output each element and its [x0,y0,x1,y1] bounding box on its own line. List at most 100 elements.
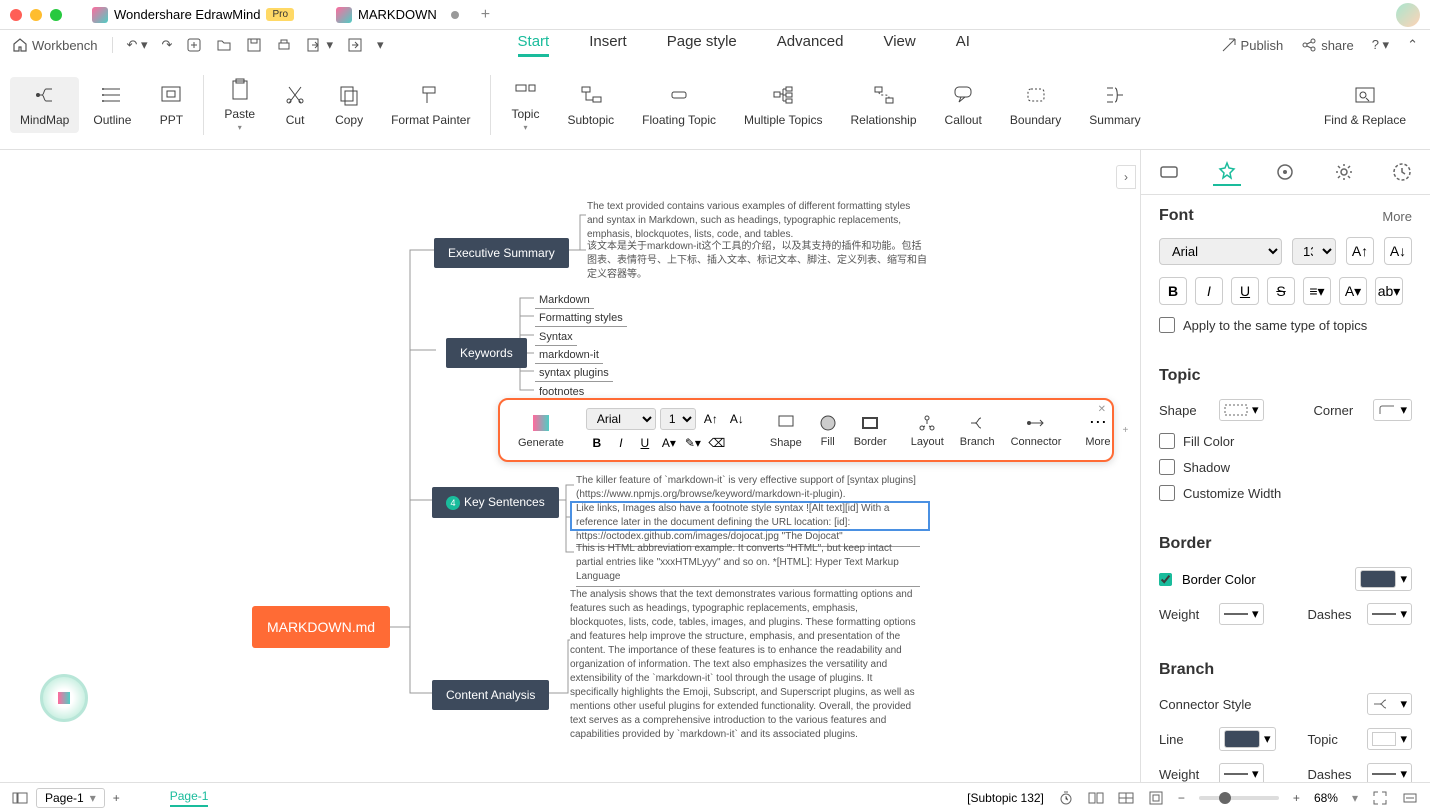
float-highlight[interactable]: ✎▾ [684,434,702,452]
rp-text-case[interactable]: ab▾ [1375,277,1403,305]
rp-bold[interactable]: B [1159,277,1187,305]
rp-border-color-checkbox[interactable] [1159,573,1172,586]
ribbon-topic[interactable]: Topic ▾ [497,77,553,132]
float-font-decrease[interactable]: A↓ [728,410,746,428]
ribbon-format-painter[interactable]: Format Painter [377,83,484,127]
add-tab-button[interactable]: + [481,6,490,24]
ribbon-relationship[interactable]: Relationship [836,83,930,127]
close-window-button[interactable] [10,9,22,21]
floating-format-toolbar[interactable]: ✕ Generate Arial 13 A↑ A↓ B I U A▾ ✎▾ ⌫ [498,398,1114,462]
canvas-area[interactable]: MARKDOWN.md Executive Summary The text p… [0,150,1140,782]
page-tab-1[interactable]: Page-1 [170,789,209,807]
rp-font-decrease[interactable]: A↓ [1384,237,1412,265]
kw-item-1[interactable]: Formatting styles [535,310,627,327]
rp-align[interactable]: ≡▾ [1303,277,1331,305]
rp-underline[interactable]: U [1231,277,1259,305]
rp-apply-same-check[interactable]: Apply to the same type of topics [1159,317,1412,333]
ks-item-3[interactable]: This is HTML abbreviation example. It co… [576,542,920,587]
float-close-button[interactable]: ✕ [1098,404,1106,415]
menu-tab-insert[interactable]: Insert [589,33,627,57]
more-quick-button[interactable]: ▾ [377,37,384,53]
rp-line-color-select[interactable]: ▾ [1219,727,1276,751]
rp-apply-same-checkbox[interactable] [1159,317,1175,333]
new-button[interactable] [186,37,202,53]
float-bold[interactable]: B [588,434,606,452]
share-button[interactable]: share [1301,37,1354,53]
kw-item-3[interactable]: markdown-it [535,347,603,364]
exec-text2[interactable]: 该文本是关于markdown-it这个工具的介绍，以及其支持的插件和功能。包括图… [587,240,927,282]
rp-branch-dashes-select[interactable]: ▾ [1367,763,1412,782]
save-button[interactable] [246,37,262,53]
print-button[interactable] [276,37,292,53]
kw-item-0[interactable]: Markdown [535,292,594,309]
rp-shape-select[interactable]: ▾ [1219,399,1264,421]
zoom-slider[interactable] [1199,796,1279,800]
split-view-button[interactable] [1088,792,1104,804]
float-underline[interactable]: U [636,434,654,452]
ribbon-copy[interactable]: Copy [321,83,377,127]
ribbon-ppt[interactable]: PPT [145,83,197,127]
node-key-sentences[interactable]: 4Key Sentences [432,487,559,518]
rp-font-increase[interactable]: A↑ [1346,237,1374,265]
float-font-increase[interactable]: A↑ [702,410,720,428]
menu-tab-start[interactable]: Start [518,33,550,57]
ribbon-multiple-topics[interactable]: Multiple Topics [730,83,836,127]
float-fill[interactable]: Fill [810,413,846,448]
menu-tab-advanced[interactable]: Advanced [777,33,844,57]
rp-connector-style-select[interactable]: ▾ [1367,693,1412,715]
minimize-window-button[interactable] [30,9,42,21]
rp-tab-style[interactable] [1213,158,1241,186]
rp-more-link[interactable]: More [1382,209,1412,224]
menu-tab-view[interactable]: View [883,33,915,57]
document-tab[interactable]: MARKDOWN [324,3,471,27]
rp-customize-width-check[interactable]: Customize Width [1159,485,1412,501]
ribbon-outline[interactable]: Outline [79,83,145,127]
float-more[interactable]: ⋯ More [1077,412,1118,448]
ribbon-callout[interactable]: Callout [931,83,996,127]
kw-item-4[interactable]: syntax plugins [535,365,613,382]
kw-item-2[interactable]: Syntax [535,329,577,346]
pages-panel-button[interactable] [12,792,28,804]
float-italic[interactable]: I [612,434,630,452]
app-tab[interactable]: Wondershare EdrawMind Pro [82,3,304,27]
root-node[interactable]: MARKDOWN.md [252,606,390,648]
collapse-ribbon-button[interactable]: ⌃ [1407,37,1418,53]
rp-tab-tag[interactable] [1271,158,1299,186]
rp-border-color-select[interactable]: ▾ [1355,567,1412,591]
rp-topic-color-select[interactable]: ▾ [1367,728,1412,750]
float-font-family[interactable]: Arial [586,408,656,430]
redo-button[interactable]: ↷ [162,37,173,53]
mindmap-canvas[interactable]: MARKDOWN.md Executive Summary The text p… [0,150,1140,782]
float-branch[interactable]: Branch [952,413,1003,448]
export-button[interactable]: ▾ [306,37,333,53]
float-layout[interactable]: Layout [903,413,952,448]
home-button[interactable]: Workbench [12,37,98,53]
float-connector[interactable]: Connector [1003,413,1070,448]
page-selector[interactable]: Page-1 ▾ [36,788,105,808]
rp-tab-settings[interactable] [1330,158,1358,186]
fit-page-button[interactable] [1148,790,1164,806]
ribbon-summary[interactable]: Summary [1075,83,1154,127]
ribbon-subtopic[interactable]: Subtopic [553,83,628,127]
node-keywords[interactable]: Keywords [446,338,527,368]
help-button[interactable]: ? ▾ [1372,37,1389,53]
exec-text1[interactable]: The text provided contains various examp… [587,200,927,242]
float-shape[interactable]: Shape [762,411,810,449]
minimize-panel-button[interactable] [1402,792,1418,804]
rp-tab-shape[interactable] [1155,158,1183,186]
rp-shadow-check[interactable]: Shadow [1159,459,1412,475]
rp-weight-select[interactable]: ▾ [1219,603,1264,625]
add-page-button[interactable]: + [113,791,120,805]
fullscreen-button[interactable] [1372,790,1388,806]
ks-item-2[interactable]: Like links, Images also have a footnote … [576,502,920,547]
menu-tab-pagestyle[interactable]: Page style [667,33,737,57]
zoom-dropdown[interactable]: ▾ [1352,791,1358,805]
rp-fill-color-check[interactable]: Fill Color [1159,433,1412,449]
float-expand[interactable]: + [1122,425,1128,436]
maximize-window-button[interactable] [50,9,62,21]
import-button[interactable] [347,37,363,53]
zoom-in-button[interactable]: + [1293,791,1300,805]
rp-strikethrough[interactable]: S [1267,277,1295,305]
float-generate[interactable]: Generate [510,412,572,449]
zoom-out-button[interactable]: − [1178,791,1185,805]
